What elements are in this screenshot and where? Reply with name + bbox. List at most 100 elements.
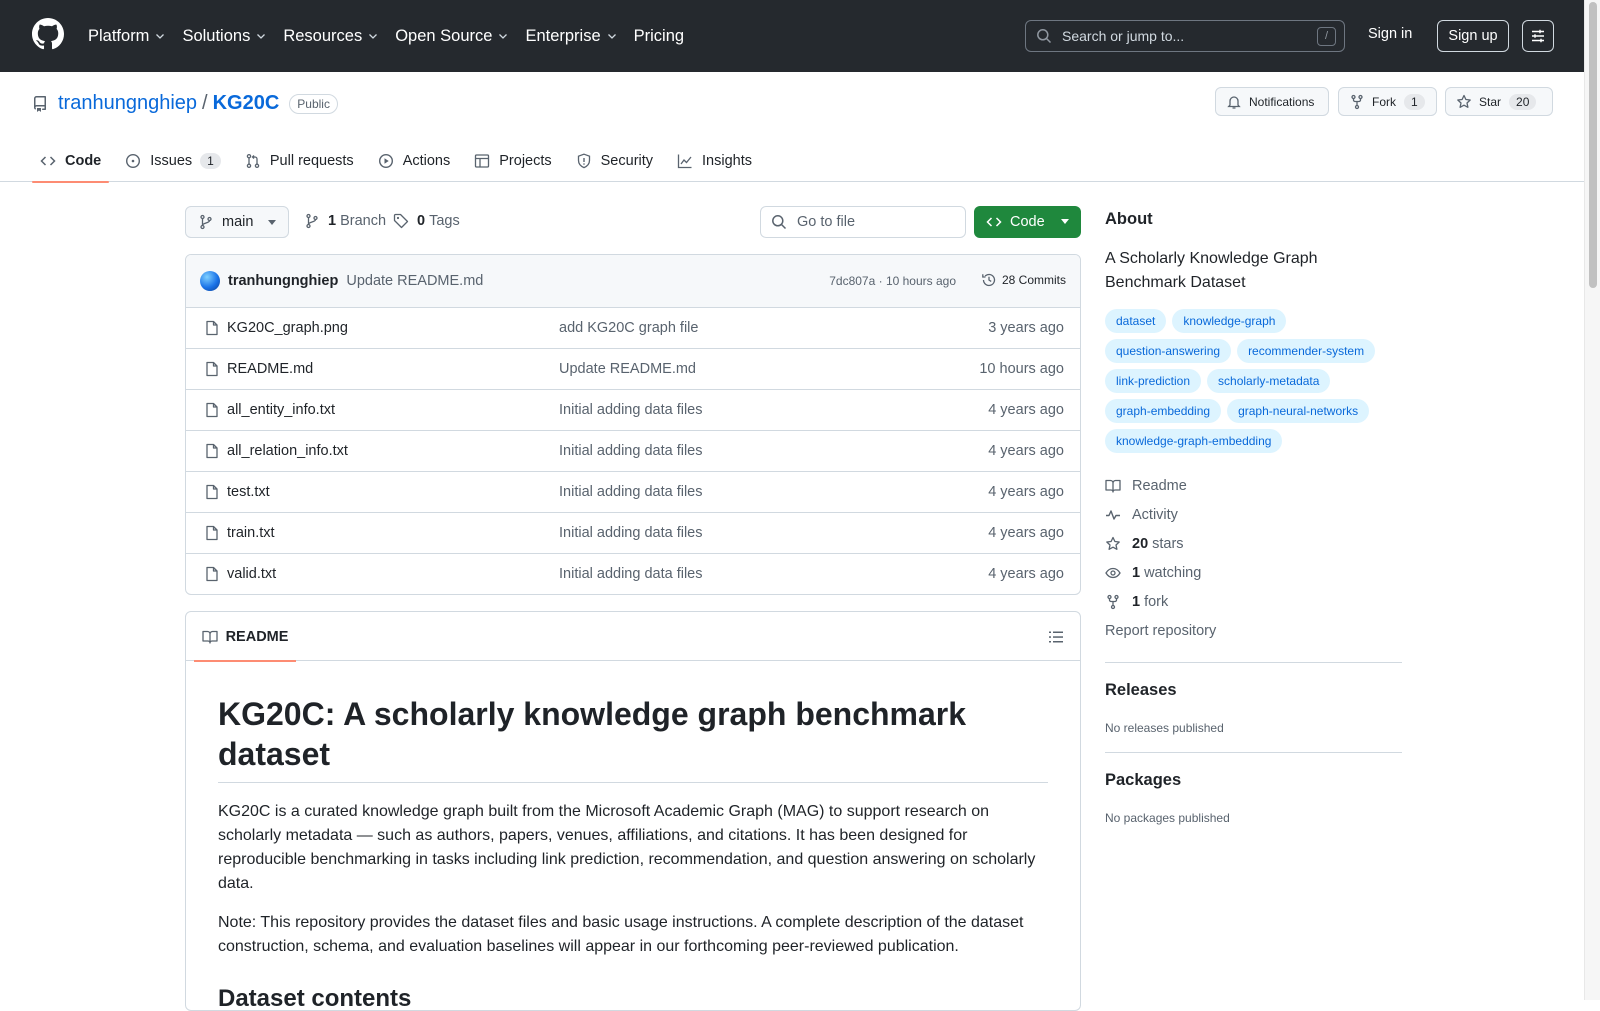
file-row[interactable]: all_relation_info.txt Initial adding dat… <box>186 431 1080 472</box>
branch-selector[interactable]: main <box>185 206 289 238</box>
repo-name-link[interactable]: KG20C <box>213 92 280 115</box>
file-name-link[interactable]: all_relation_info.txt <box>227 443 348 459</box>
tab-issues[interactable]: Issues 1 <box>117 140 229 182</box>
tab-actions[interactable]: Actions <box>370 140 459 182</box>
stars-link[interactable]: 20 stars <box>1105 529 1402 558</box>
chevron-down-icon <box>607 34 616 39</box>
topic-tag[interactable]: link-prediction <box>1105 369 1202 393</box>
file-row[interactable]: KG20C_graph.png add KG20C graph file 3 y… <box>186 308 1080 349</box>
go-to-file-input[interactable]: Go to file <box>760 206 966 238</box>
commit-hash-time[interactable]: 7dc807a · 10 hours ago <box>829 274 956 288</box>
code-icon <box>40 156 56 166</box>
file-icon <box>206 566 218 582</box>
file-commit-message[interactable]: Initial adding data files <box>559 443 703 459</box>
sign-up-button[interactable]: Sign up <box>1437 20 1509 52</box>
report-repository-link[interactable]: Report repository <box>1105 616 1402 645</box>
nav-pricing[interactable]: Pricing <box>634 27 684 46</box>
top-nav: Platform Solutions Resources Open Source… <box>88 0 700 72</box>
file-row[interactable]: README.md Update README.md 10 hours ago <box>186 349 1080 390</box>
star-icon <box>1457 94 1471 108</box>
file-row[interactable]: train.txt Initial adding data files 4 ye… <box>186 513 1080 554</box>
global-header: Platform Solutions Resources Open Source… <box>0 0 1584 72</box>
file-row[interactable]: test.txt Initial adding data files 4 yea… <box>186 472 1080 513</box>
divider <box>1105 662 1402 663</box>
repo-tabs: Code Issues 1 Pull requests Actions Proj… <box>32 140 768 183</box>
file-name-link[interactable]: README.md <box>227 361 313 377</box>
page-scrollbar[interactable] <box>1584 0 1600 1000</box>
file-name-link[interactable]: KG20C_graph.png <box>227 320 348 336</box>
topic-tag[interactable]: dataset <box>1105 309 1167 333</box>
topic-tag[interactable]: knowledge-graph <box>1172 309 1287 333</box>
file-name-link[interactable]: all_entity_info.txt <box>227 402 335 418</box>
fork-count: 1 <box>1404 93 1425 110</box>
sign-in-link[interactable]: Sign in <box>1368 26 1412 42</box>
repo-owner-link[interactable]: tranhungnghiep <box>58 92 197 115</box>
packages-heading[interactable]: Packages <box>1105 771 1402 790</box>
notifications-button[interactable]: Notifications <box>1215 87 1329 116</box>
file-commit-message[interactable]: Initial adding data files <box>559 525 703 541</box>
topic-tag[interactable]: knowledge-graph-embedding <box>1105 429 1283 453</box>
file-commit-time: 4 years ago <box>988 443 1064 459</box>
nav-resources[interactable]: Resources <box>283 27 379 46</box>
topic-tag[interactable]: graph-embedding <box>1105 399 1222 423</box>
file-row[interactable]: valid.txt Initial adding data files 4 ye… <box>186 554 1080 594</box>
topic-tag[interactable]: question-answering <box>1105 339 1232 363</box>
nav-platform[interactable]: Platform <box>88 27 166 46</box>
readme-title: KG20C: A scholarly knowledge graph bench… <box>218 694 1048 783</box>
readme-link[interactable]: Readme <box>1105 471 1402 500</box>
outline-list-icon[interactable] <box>1048 629 1064 645</box>
commit-author-link[interactable]: tranhungnghiep <box>228 273 338 289</box>
nav-open-source[interactable]: Open Source <box>395 27 509 46</box>
tags-link[interactable]: 0 Tags <box>393 213 460 229</box>
readme-paragraph: Note: This repository provides the datas… <box>218 914 1024 955</box>
commits-history-link[interactable]: 28 Commits <box>981 272 1066 288</box>
repo-icon <box>33 95 46 112</box>
forks-link[interactable]: 1 fork <box>1105 587 1402 616</box>
readme-content: KG20C: A scholarly knowledge graph bench… <box>186 694 1080 1010</box>
search-icon <box>1037 29 1052 44</box>
file-commit-message[interactable]: Update README.md <box>559 361 696 377</box>
nav-enterprise[interactable]: Enterprise <box>525 27 617 46</box>
tab-projects[interactable]: Projects <box>466 140 559 182</box>
star-button[interactable]: Star 20 <box>1445 87 1553 116</box>
eye-icon <box>1105 567 1121 578</box>
menu-button[interactable] <box>1522 20 1554 52</box>
github-logo-icon[interactable] <box>32 18 64 50</box>
file-row[interactable]: all_entity_info.txt Initial adding data … <box>186 390 1080 431</box>
tab-pull-requests[interactable]: Pull requests <box>237 140 362 182</box>
branches-link[interactable]: 1 Branch <box>304 213 386 229</box>
fork-button[interactable]: Fork 1 <box>1338 87 1437 116</box>
readme-header: README <box>186 612 1080 662</box>
file-name-link[interactable]: valid.txt <box>227 566 276 582</box>
topic-tag[interactable]: scholarly-metadata <box>1207 369 1331 393</box>
search-input[interactable]: Search or jump to... / <box>1025 20 1345 52</box>
file-name-link[interactable]: test.txt <box>227 484 270 500</box>
code-button[interactable]: Code <box>974 206 1081 238</box>
search-icon <box>772 215 787 230</box>
chevron-down-icon <box>156 34 165 39</box>
issues-count: 1 <box>200 153 221 169</box>
history-icon <box>982 273 996 287</box>
avatar[interactable] <box>200 271 220 291</box>
readme-tab[interactable]: README <box>194 612 296 662</box>
topic-tag[interactable]: graph-neural-networks <box>1227 399 1370 423</box>
shield-icon <box>577 153 590 169</box>
activity-link[interactable]: Activity <box>1105 500 1402 529</box>
file-commit-message[interactable]: Initial adding data files <box>559 402 703 418</box>
about-description: A Scholarly Knowledge Graph Benchmark Da… <box>1105 250 1318 291</box>
watchers-link[interactable]: 1 watching <box>1105 558 1402 587</box>
code-icon <box>986 217 1002 227</box>
topic-tag[interactable]: recommender-system <box>1237 339 1376 363</box>
divider <box>1105 752 1402 753</box>
file-commit-message[interactable]: Initial adding data files <box>559 566 703 582</box>
file-commit-message[interactable]: add KG20C graph file <box>559 320 698 336</box>
releases-heading[interactable]: Releases <box>1105 681 1402 700</box>
tab-security[interactable]: Security <box>568 140 661 182</box>
commit-message-link[interactable]: Update README.md <box>346 273 483 289</box>
tab-code[interactable]: Code <box>32 140 110 183</box>
tab-insights[interactable]: Insights <box>669 140 760 182</box>
nav-solutions[interactable]: Solutions <box>182 27 267 46</box>
file-name-link[interactable]: train.txt <box>227 525 275 541</box>
scrollbar-thumb[interactable] <box>1589 2 1597 288</box>
file-commit-message[interactable]: Initial adding data files <box>559 484 703 500</box>
